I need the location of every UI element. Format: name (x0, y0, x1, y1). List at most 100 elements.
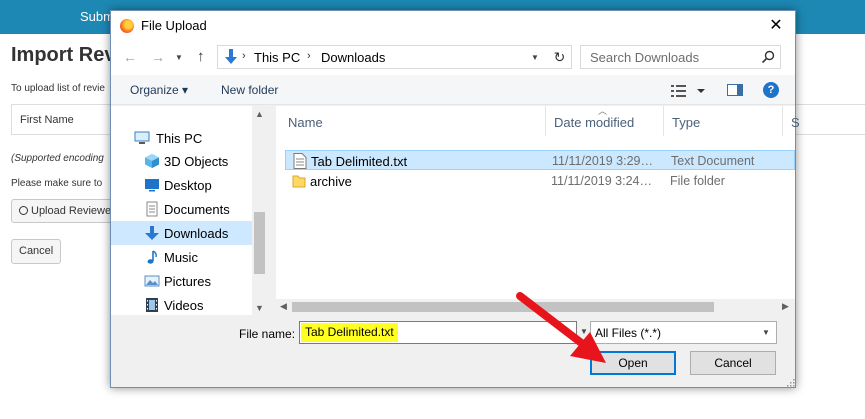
sidebar-item-3d-objects[interactable]: 3D Objects (111, 149, 252, 173)
make-sure-note: Please make sure to (11, 178, 103, 189)
file-name-input[interactable]: Tab Delimited.txt (299, 321, 577, 344)
scroll-down-icon[interactable]: ▼ (255, 303, 264, 313)
pictures-icon (144, 275, 160, 287)
forward-arrow-icon[interactable]: → (151, 49, 165, 65)
scroll-right-icon[interactable]: ▶ (782, 301, 789, 312)
file-upload-dialog: File Upload ✕ ← → ▼ ↑ › This PC › Downlo… (110, 10, 800, 388)
navigation-scrollbar[interactable]: ▲ ▼ (252, 106, 267, 315)
horizontal-scrollbar[interactable]: ◀ ▶ (276, 299, 795, 315)
videos-icon (146, 298, 158, 312)
column-header-date-modified[interactable]: Date modified (546, 106, 664, 136)
upload-instruction: To upload list of revie (11, 83, 105, 94)
sidebar-item-label: Videos (164, 298, 204, 313)
sidebar-item-label: Desktop (164, 178, 212, 193)
scrollbar-thumb[interactable] (254, 212, 265, 274)
resize-grip-icon[interactable] (785, 377, 795, 387)
scroll-left-icon[interactable]: ◀ (280, 301, 287, 312)
submit-nav-link[interactable]: Subm (80, 9, 114, 24)
documents-icon (146, 201, 158, 217)
dialog-titlebar[interactable]: File Upload ✕ (111, 11, 795, 41)
encoding-note: (Supported encoding (11, 153, 104, 164)
breadcrumb-separator: › (242, 50, 246, 62)
sidebar-item-downloads[interactable]: Downloads (111, 221, 252, 245)
file-row-tab-delimited[interactable]: Tab Delimited.txt 11/11/2019 3:29… Text … (285, 150, 795, 170)
file-name: Tab Delimited.txt (311, 154, 408, 169)
navigation-pane: This PC 3D Objects Desktop Documents Dow… (111, 106, 267, 315)
breadcrumb-separator: › (307, 50, 311, 62)
file-type: Text Document (671, 154, 755, 168)
command-bar: Organize ▾ New folder ? (111, 75, 795, 105)
new-folder-button[interactable]: New folder (221, 83, 278, 97)
address-row: ← → ▼ ↑ › This PC › Downloads ▼ ↻ (111, 41, 795, 75)
upload-reviewers-button[interactable]: Upload Reviewe (11, 199, 120, 223)
sidebar-item-documents[interactable]: Documents (111, 197, 252, 221)
sidebar-item-music[interactable]: Music (111, 245, 252, 269)
search-icon[interactable] (761, 50, 775, 64)
sidebar-item-label: Documents (164, 202, 230, 217)
sidebar-item-desktop[interactable]: Desktop (111, 173, 252, 197)
download-location-icon (225, 49, 237, 64)
preview-pane-icon[interactable] (727, 84, 743, 96)
folder-icon (292, 175, 306, 188)
search-input[interactable] (582, 47, 752, 67)
page-title: Import Revi (11, 44, 122, 66)
file-type-filter-select[interactable]: All Files (*.*) ▼ (590, 321, 777, 344)
computer-icon (134, 131, 150, 144)
search-box (580, 45, 781, 69)
address-dropdown-icon[interactable]: ▼ (531, 53, 539, 62)
breadcrumb-this-pc[interactable]: This PC (254, 50, 300, 65)
sidebar-item-label: Music (164, 250, 198, 265)
breadcrumb-downloads[interactable]: Downloads (321, 50, 385, 65)
scroll-up-icon[interactable]: ▲ (255, 109, 264, 119)
change-view-icon[interactable] (671, 83, 707, 99)
download-icon (145, 226, 159, 240)
column-header-name[interactable]: Name (280, 106, 546, 136)
chevron-down-icon: ▼ (762, 328, 770, 337)
file-date: 11/11/2019 3:24… (551, 174, 653, 188)
column-name-label: Name (288, 115, 323, 130)
open-button[interactable]: Open (590, 351, 676, 375)
column-header-type[interactable]: Type (664, 106, 783, 136)
up-arrow-icon[interactable]: ↑ (197, 49, 205, 65)
cancel-button[interactable]: Cancel (690, 351, 776, 375)
scrollbar-thumb[interactable] (292, 302, 714, 312)
upload-reviewers-label: Upload Reviewe (31, 205, 112, 217)
first-name-column: First Name (20, 114, 74, 126)
upload-icon (19, 206, 28, 215)
recent-locations-chevron-icon[interactable]: ▼ (175, 50, 183, 66)
file-name: archive (310, 174, 352, 189)
column-date-label: Date modified (554, 115, 635, 130)
sidebar-item-label: 3D Objects (164, 154, 229, 169)
music-icon (147, 250, 157, 264)
help-icon[interactable]: ? (763, 82, 779, 98)
column-size-label: S (791, 115, 800, 130)
file-date: 11/11/2019 3:29… (552, 154, 654, 168)
file-row-archive[interactable]: archive 11/11/2019 3:24… File folder (285, 171, 795, 191)
text-file-icon (293, 153, 307, 169)
column-header-size[interactable]: S (783, 106, 803, 136)
dialog-title: File Upload (141, 18, 207, 33)
desktop-icon (145, 179, 159, 192)
sidebar-item-this-pc[interactable]: This PC (111, 126, 252, 150)
file-type-filter-value: All Files (*.*) (595, 326, 662, 340)
sidebar-item-videos[interactable]: Videos (111, 293, 252, 317)
page-cancel-button[interactable]: Cancel (11, 239, 62, 264)
refresh-icon[interactable]: ↻ (548, 45, 572, 69)
firefox-logo-icon (120, 19, 134, 33)
file-list: ︿ Name Date modified Type S Tab Delimite… (276, 106, 800, 315)
sidebar-item-label: This PC (156, 131, 203, 146)
screen: Subm Import Revi To upload list of revie… (0, 0, 865, 419)
file-name-dropdown-icon[interactable]: ▼ (580, 327, 588, 336)
close-icon[interactable]: ✕ (759, 13, 793, 39)
organize-menu-button[interactable]: Organize ▾ (130, 83, 188, 97)
column-type-label: Type (672, 115, 701, 130)
sidebar-item-pictures[interactable]: Pictures (111, 269, 252, 293)
address-bar[interactable]: › This PC › Downloads ▼ (217, 45, 552, 69)
file-type: File folder (670, 174, 725, 188)
back-arrow-icon[interactable]: ← (123, 49, 137, 65)
sidebar-item-label: Downloads (164, 226, 229, 241)
file-name-label: File name: (239, 327, 296, 341)
cube-icon (145, 154, 159, 168)
sidebar-item-label: Pictures (164, 274, 211, 289)
file-name-value: Tab Delimited.txt (301, 323, 398, 342)
